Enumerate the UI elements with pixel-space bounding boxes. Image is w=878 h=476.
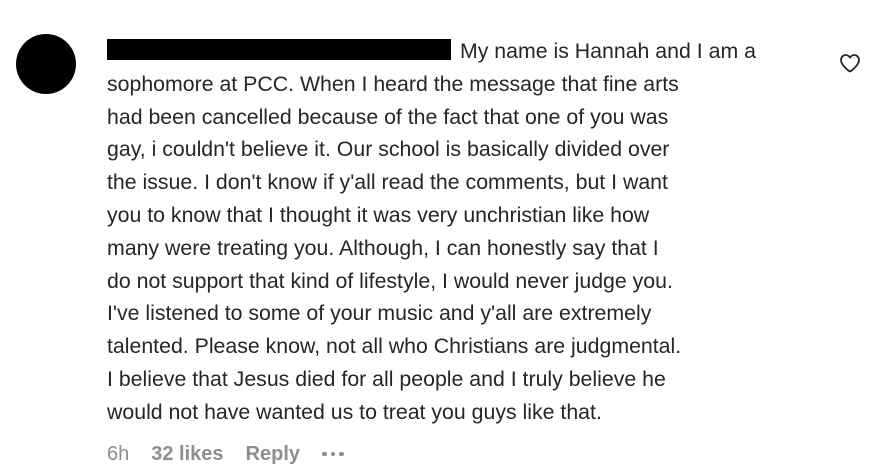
comment-line: sophomore at PCC. When I heard the messa… <box>107 71 679 96</box>
comment-line: do not support that kind of lifestyle, I… <box>107 268 673 293</box>
comment-line: gay, i couldn't believe it. Our school i… <box>107 137 670 162</box>
comment-line: many were treating you. Although, I can … <box>107 235 659 260</box>
comment-line: would not have wanted us to treat you gu… <box>107 399 602 424</box>
redacted-username <box>107 39 451 60</box>
likes-count[interactable]: 32 likes <box>151 443 223 466</box>
comment-meta: 6h 32 likes Reply <box>107 440 344 468</box>
comment-line: My name is Hannah and I am a <box>107 35 822 68</box>
reply-button[interactable]: Reply <box>246 443 300 466</box>
comment-line: I believe that Jesus died for all people… <box>107 366 666 391</box>
comment-line: had been cancelled because of the fact t… <box>107 104 669 129</box>
more-options-icon[interactable] <box>322 444 344 464</box>
comment-line: you to know that I thought it was very u… <box>107 202 650 227</box>
comment-text: My name is Hannah and I am a sophomore a… <box>107 35 822 429</box>
avatar[interactable] <box>16 34 76 94</box>
heart-icon[interactable] <box>838 51 862 75</box>
comment-line: I've listened to some of your music and … <box>107 301 652 326</box>
timestamp[interactable]: 6h <box>107 443 129 466</box>
comment-line: the issue. I don't know if y'all read th… <box>107 170 668 195</box>
comment-line: talented. Please know, not all who Chris… <box>107 334 682 359</box>
